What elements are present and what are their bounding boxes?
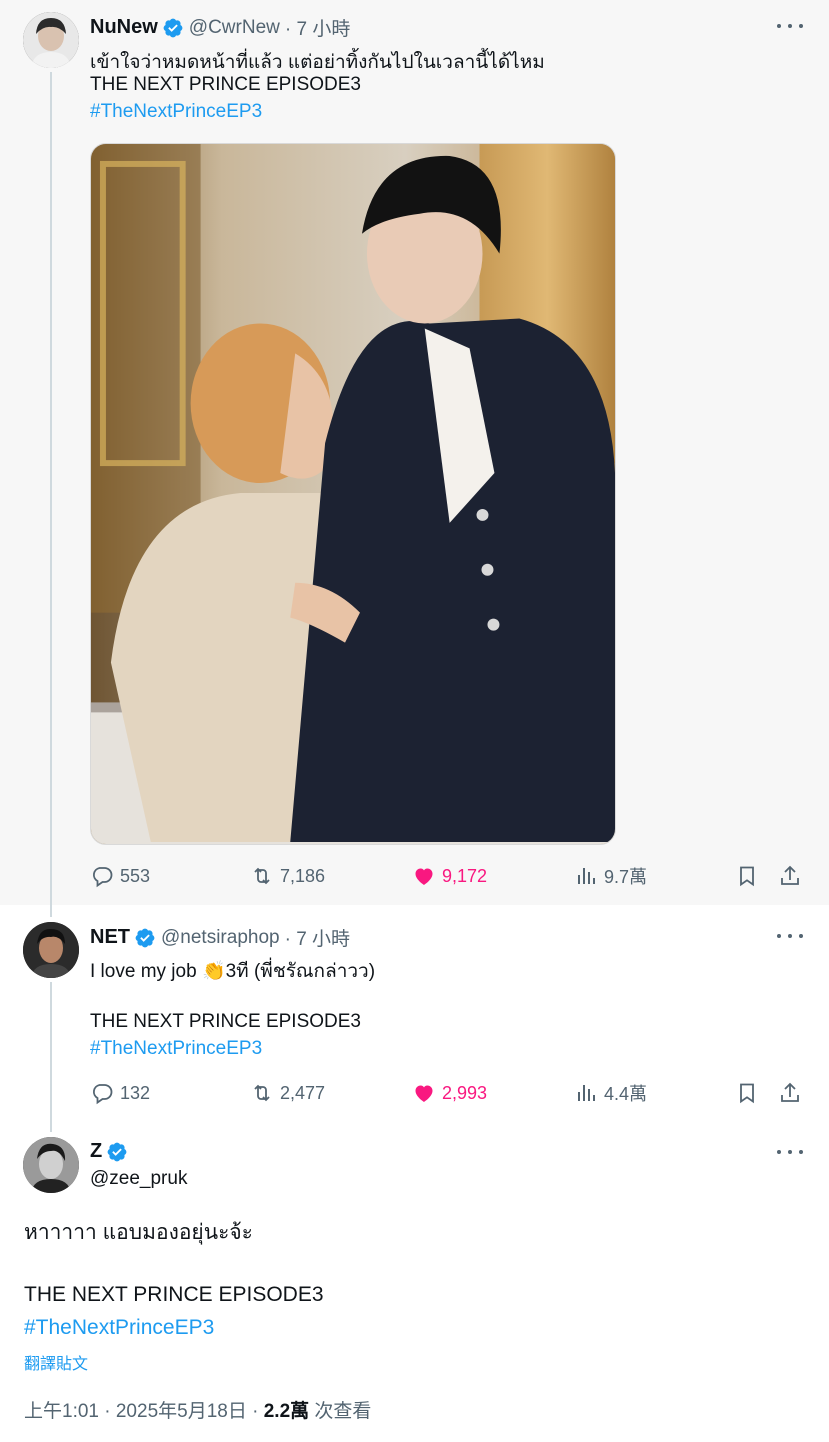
reply-count: 553 [120, 865, 151, 886]
views-button[interactable]: 9.7萬 [574, 861, 647, 891]
post-actions: 553 7,186 9,172 9.7萬 [90, 861, 806, 891]
heart-icon [415, 868, 433, 885]
post-timestamp[interactable]: 上午1:01 · 2025年5月18日 · [24, 1401, 264, 1422]
bookmark-button[interactable] [735, 861, 759, 891]
share-icon [781, 1082, 799, 1102]
share-button[interactable] [778, 861, 802, 891]
share-button[interactable] [778, 1078, 802, 1108]
like-count: 9,172 [442, 865, 488, 886]
verified-badge-icon [163, 18, 183, 37]
views-count: 4.4萬 [604, 1084, 648, 1104]
post-header: Z [90, 1140, 133, 1163]
post-text-line: เข้าใจว่าหมดหน้าที่แล้ว แต่อย่าทิ้งกันไป… [90, 52, 545, 73]
reply-button[interactable]: 553 [90, 861, 150, 891]
bookmark-icon [740, 866, 754, 887]
post-footer: 上午1:01 · 2025年5月18日 · 2.2萬 次查看 [24, 1396, 371, 1423]
post-text-line: I love my job 👏3ที (พี่ชรัณกล่าวว) [90, 956, 375, 986]
avatar-nunew[interactable] [23, 12, 79, 68]
views-button[interactable]: 4.4萬 [574, 1078, 647, 1108]
hashtag-link[interactable]: #TheNextPrinceEP3 [90, 1038, 262, 1060]
heart-icon [415, 1085, 433, 1102]
post-photo[interactable] [90, 143, 616, 845]
avatar-net[interactable] [23, 922, 79, 978]
post-text-line: THE NEXT PRINCE EPISODE3 [90, 1011, 361, 1032]
verified-badge-icon [135, 928, 155, 947]
display-name[interactable]: Z [90, 1140, 102, 1163]
repost-count: 7,186 [280, 865, 326, 886]
thread-connector-line [50, 982, 52, 1132]
post-text-line: หาาาาา แอบมองอยุ่นะจ้ะ [24, 1221, 253, 1244]
post-text-part: I love my job [90, 961, 202, 982]
reply-icon [93, 867, 113, 888]
post-text-part: 3ที (พี่ชรัณกล่าวว) [225, 961, 376, 982]
clap-emoji: 👏 [201, 961, 226, 982]
post-text-line: THE NEXT PRINCE EPISODE3 [24, 1283, 324, 1306]
views-label: 次查看 [309, 1401, 372, 1422]
hashtag-link[interactable]: #TheNextPrinceEP3 [90, 101, 262, 123]
hashtag-link[interactable]: #TheNextPrinceEP3 [24, 1316, 214, 1340]
views-count: 9.7萬 [604, 867, 648, 887]
handle[interactable]: @CwrNew [189, 17, 280, 39]
handle[interactable]: @netsiraphop [161, 927, 280, 949]
avatar-z[interactable] [23, 1137, 79, 1193]
more-icon[interactable] [777, 1142, 803, 1162]
post-time[interactable]: · 7 小時 [285, 14, 350, 41]
views-icon [578, 868, 595, 884]
post-text-line: THE NEXT PRINCE EPISODE3 [90, 74, 361, 95]
like-button[interactable]: 9,172 [412, 861, 487, 891]
post-time[interactable]: · 7 小時 [285, 924, 350, 951]
post-actions: 132 2,477 2,993 4.4萬 [90, 1078, 806, 1108]
display-name[interactable]: NET [90, 926, 130, 949]
share-icon [781, 865, 799, 885]
reply-icon [93, 1084, 113, 1105]
bookmark-icon [740, 1083, 754, 1104]
thread-connector-line [50, 72, 52, 917]
more-icon[interactable] [777, 926, 803, 946]
verified-badge-icon [107, 1142, 127, 1161]
repost-button[interactable]: 7,186 [250, 861, 325, 891]
like-button[interactable]: 2,993 [412, 1078, 487, 1108]
repost-button[interactable]: 2,477 [250, 1078, 325, 1108]
post-header: NuNew @CwrNew · 7 小時 [90, 14, 350, 41]
repost-icon [254, 1084, 270, 1102]
post-header: NET @netsiraphop · 7 小時 [90, 924, 350, 951]
handle[interactable]: @zee_pruk [90, 1168, 187, 1190]
views-count: 2.2萬 [263, 1401, 310, 1422]
translate-post-link[interactable]: 翻譯貼文 [24, 1350, 88, 1374]
repost-count: 2,477 [280, 1082, 326, 1103]
more-icon[interactable] [777, 16, 803, 36]
views-icon [578, 1085, 595, 1101]
display-name[interactable]: NuNew [90, 16, 158, 39]
bookmark-button[interactable] [735, 1078, 759, 1108]
like-count: 2,993 [442, 1082, 488, 1103]
reply-count: 132 [120, 1082, 151, 1103]
repost-icon [254, 867, 270, 885]
reply-button[interactable]: 132 [90, 1078, 150, 1108]
